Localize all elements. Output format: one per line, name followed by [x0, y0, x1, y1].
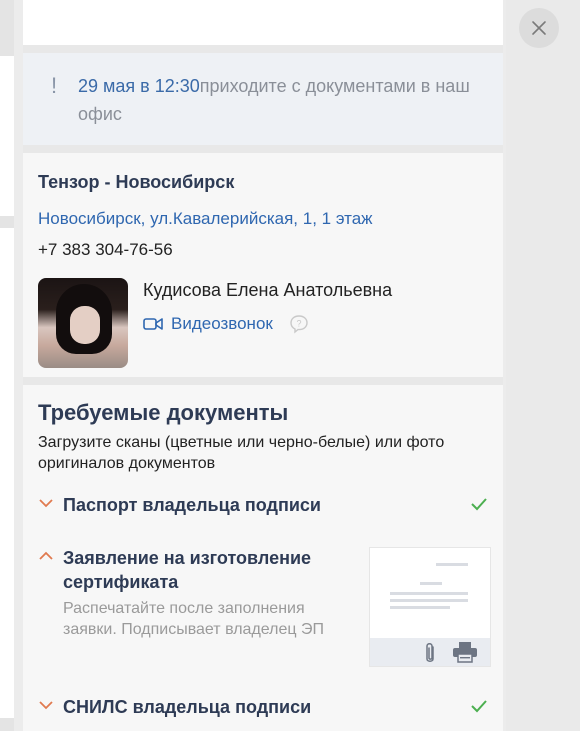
preview-actions [370, 638, 490, 666]
check-icon [471, 700, 487, 713]
document-name[interactable]: Заявление на изготовление сертификата [63, 546, 333, 594]
application-template-preview[interactable] [369, 547, 491, 667]
printer-icon[interactable] [452, 641, 478, 663]
side-strip [506, 0, 580, 731]
chevron-down-icon[interactable] [38, 498, 54, 508]
document-item-snils[interactable]: СНИЛС владельца подписи [38, 695, 488, 721]
close-button[interactable] [519, 8, 559, 48]
chevron-down-icon[interactable] [38, 700, 54, 710]
document-item-passport[interactable]: Паспорт владельца подписи [38, 493, 488, 519]
document-name[interactable]: СНИЛС владельца подписи [63, 695, 311, 719]
svg-text:?: ? [296, 319, 301, 329]
video-call-button[interactable]: Видеозвонок [143, 313, 273, 335]
contact-name: Кудисова Елена Анатольевна [143, 280, 393, 300]
document-hint: Распечатайте после заполнения заявки. По… [63, 600, 324, 638]
background-strip [0, 56, 14, 216]
chevron-up-icon[interactable] [38, 551, 54, 561]
document-name[interactable]: Паспорт владельца подписи [63, 493, 321, 517]
avatar [38, 278, 128, 368]
notice-date[interactable]: 29 мая в 12:30 [78, 76, 200, 96]
close-icon [532, 21, 546, 35]
office-address-link[interactable]: Новосибирск, ул.Кавалерийская, 1, 1 этаж [38, 209, 373, 229]
background-strip [0, 228, 14, 718]
background-panel [0, 0, 14, 731]
notice-text: 29 мая в 12:30приходите с документами в … [78, 72, 478, 128]
exclamation-icon: ! [51, 73, 58, 98]
panel-header [23, 0, 503, 45]
office-title: Тензор - Новосибирск [38, 172, 235, 192]
documents-description: Загрузите сканы (цветные или черно-белые… [38, 434, 445, 472]
check-icon [471, 498, 487, 511]
documents-title: Требуемые документы [38, 400, 289, 425]
appointment-notice: ! 29 мая в 12:30приходите с документами … [23, 53, 503, 145]
signature-request-panel: ! 29 мая в 12:30приходите с документами … [23, 0, 503, 731]
required-documents-section: Требуемые документы Загрузите сканы (цве… [23, 385, 503, 731]
video-call-label: Видеозвонок [171, 314, 273, 333]
question-bubble-icon[interactable]: ? [289, 314, 309, 334]
paperclip-icon[interactable] [423, 641, 437, 665]
office-card: Тензор - Новосибирск Новосибирск, ул.Кав… [23, 153, 503, 377]
video-camera-icon [143, 318, 163, 330]
office-phone: +7 383 304-76-56 [38, 240, 173, 259]
